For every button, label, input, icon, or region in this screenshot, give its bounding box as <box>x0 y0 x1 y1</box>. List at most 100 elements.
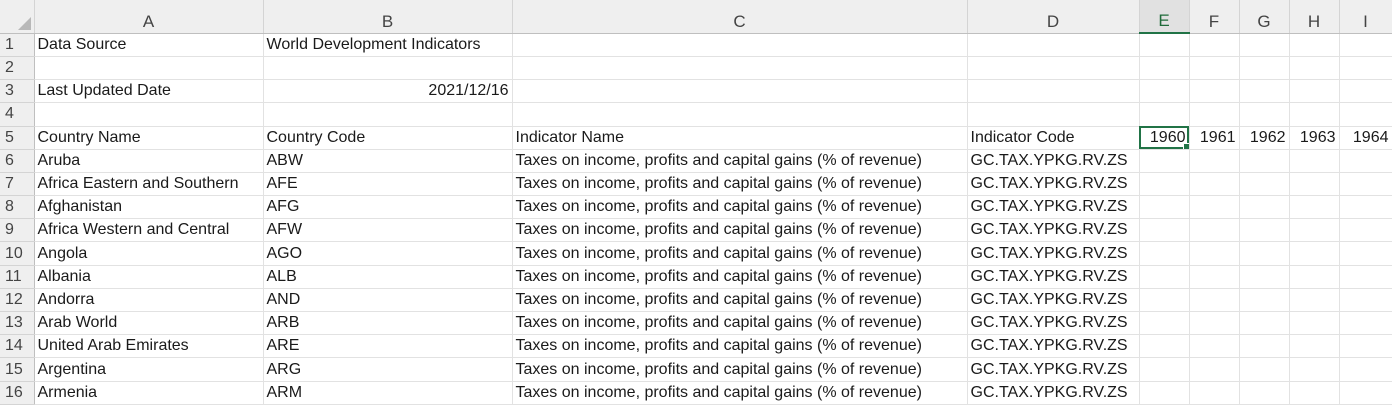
row-header-12[interactable]: 12 <box>0 288 35 313</box>
cell-C11[interactable]: Taxes on income, profits and capital gai… <box>512 265 968 289</box>
cell-B10[interactable]: AGO <box>263 241 513 266</box>
cell-B16[interactable]: ARM <box>263 381 513 405</box>
cell-I9[interactable] <box>1339 218 1392 243</box>
cell-E13[interactable] <box>1139 311 1190 336</box>
cell-C7[interactable]: Taxes on income, profits and capital gai… <box>512 172 968 197</box>
row-header-2[interactable]: 2 <box>0 56 35 81</box>
cell-F12[interactable] <box>1189 288 1240 313</box>
column-header-F[interactable]: F <box>1189 0 1240 34</box>
cell-I6[interactable] <box>1339 149 1392 173</box>
cell-F3[interactable] <box>1189 79 1240 104</box>
cell-C2[interactable] <box>512 56 968 81</box>
cell-G9[interactable] <box>1239 218 1290 243</box>
row-header-15[interactable]: 15 <box>0 357 35 382</box>
cell-F13[interactable] <box>1189 311 1240 336</box>
cell-G15[interactable] <box>1239 357 1290 382</box>
cell-E8[interactable] <box>1139 195 1190 220</box>
cell-B14[interactable]: ARE <box>263 334 513 359</box>
cell-A8[interactable]: Afghanistan <box>34 195 264 220</box>
cell-E11[interactable] <box>1139 265 1190 289</box>
cell-I8[interactable] <box>1339 195 1392 220</box>
cell-I14[interactable] <box>1339 334 1392 359</box>
cell-D9[interactable]: GC.TAX.YPKG.RV.ZS <box>967 218 1140 243</box>
cell-F14[interactable] <box>1189 334 1240 359</box>
cell-G8[interactable] <box>1239 195 1290 220</box>
cell-D10[interactable]: GC.TAX.YPKG.RV.ZS <box>967 241 1140 266</box>
cell-D5[interactable]: Indicator Code <box>967 126 1140 150</box>
column-header-A[interactable]: A <box>34 0 264 34</box>
row-header-13[interactable]: 13 <box>0 311 35 336</box>
cell-G6[interactable] <box>1239 149 1290 173</box>
cell-B6[interactable]: ABW <box>263 149 513 173</box>
column-header-D[interactable]: D <box>967 0 1140 34</box>
cell-C5[interactable]: Indicator Name <box>512 126 968 150</box>
cell-H2[interactable] <box>1289 56 1340 81</box>
cell-B5[interactable]: Country Code <box>263 126 513 150</box>
cell-G10[interactable] <box>1239 241 1290 266</box>
cell-D6[interactable]: GC.TAX.YPKG.RV.ZS <box>967 149 1140 173</box>
cell-D2[interactable] <box>967 56 1140 81</box>
cell-B12[interactable]: AND <box>263 288 513 313</box>
cell-A6[interactable]: Aruba <box>34 149 264 173</box>
cell-D3[interactable] <box>967 79 1140 104</box>
cell-I4[interactable] <box>1339 102 1392 127</box>
cell-E10[interactable] <box>1139 241 1190 266</box>
cell-B2[interactable] <box>263 56 513 81</box>
cell-G13[interactable] <box>1239 311 1290 336</box>
column-header-G[interactable]: G <box>1239 0 1290 34</box>
cell-B9[interactable]: AFW <box>263 218 513 243</box>
cell-C8[interactable]: Taxes on income, profits and capital gai… <box>512 195 968 220</box>
cell-A7[interactable]: Africa Eastern and Southern <box>34 172 264 197</box>
cell-A2[interactable] <box>34 56 264 81</box>
cell-E12[interactable] <box>1139 288 1190 313</box>
cell-I15[interactable] <box>1339 357 1392 382</box>
cell-A1[interactable]: Data Source <box>34 33 264 57</box>
cell-H6[interactable] <box>1289 149 1340 173</box>
cell-F1[interactable] <box>1189 33 1240 57</box>
cell-E4[interactable] <box>1139 102 1190 127</box>
cell-C3[interactable] <box>512 79 968 104</box>
cell-A14[interactable]: United Arab Emirates <box>34 334 264 359</box>
cell-B15[interactable]: ARG <box>263 357 513 382</box>
cell-I16[interactable] <box>1339 381 1392 405</box>
cell-E7[interactable] <box>1139 172 1190 197</box>
cell-I13[interactable] <box>1339 311 1392 336</box>
cell-F6[interactable] <box>1189 149 1240 173</box>
column-header-I[interactable]: I <box>1339 0 1392 34</box>
cell-C10[interactable]: Taxes on income, profits and capital gai… <box>512 241 968 266</box>
cell-E14[interactable] <box>1139 334 1190 359</box>
cell-F2[interactable] <box>1189 56 1240 81</box>
row-header-7[interactable]: 7 <box>0 172 35 197</box>
cell-I3[interactable] <box>1339 79 1392 104</box>
cell-F16[interactable] <box>1189 381 1240 405</box>
cell-A3[interactable]: Last Updated Date <box>34 79 264 104</box>
cell-F5[interactable]: 1961 <box>1189 126 1240 150</box>
cell-F4[interactable] <box>1189 102 1240 127</box>
cell-B1[interactable]: World Development Indicators <box>263 33 513 57</box>
cell-F8[interactable] <box>1189 195 1240 220</box>
cell-C1[interactable] <box>512 33 968 57</box>
cell-C9[interactable]: Taxes on income, profits and capital gai… <box>512 218 968 243</box>
row-header-6[interactable]: 6 <box>0 149 35 173</box>
cell-G2[interactable] <box>1239 56 1290 81</box>
cell-C14[interactable]: Taxes on income, profits and capital gai… <box>512 334 968 359</box>
cell-A13[interactable]: Arab World <box>34 311 264 336</box>
cell-H7[interactable] <box>1289 172 1340 197</box>
cell-C13[interactable]: Taxes on income, profits and capital gai… <box>512 311 968 336</box>
cell-G12[interactable] <box>1239 288 1290 313</box>
row-header-14[interactable]: 14 <box>0 334 35 359</box>
cell-G4[interactable] <box>1239 102 1290 127</box>
cell-H11[interactable] <box>1289 265 1340 289</box>
cell-C16[interactable]: Taxes on income, profits and capital gai… <box>512 381 968 405</box>
cell-H13[interactable] <box>1289 311 1340 336</box>
cell-D14[interactable]: GC.TAX.YPKG.RV.ZS <box>967 334 1140 359</box>
cell-A4[interactable] <box>34 102 264 127</box>
row-header-1[interactable]: 1 <box>0 33 35 57</box>
cell-B13[interactable]: ARB <box>263 311 513 336</box>
row-header-11[interactable]: 11 <box>0 265 35 289</box>
cell-D8[interactable]: GC.TAX.YPKG.RV.ZS <box>967 195 1140 220</box>
row-header-4[interactable]: 4 <box>0 102 35 127</box>
cell-D16[interactable]: GC.TAX.YPKG.RV.ZS <box>967 381 1140 405</box>
cell-A5[interactable]: Country Name <box>34 126 264 150</box>
cell-I10[interactable] <box>1339 241 1392 266</box>
